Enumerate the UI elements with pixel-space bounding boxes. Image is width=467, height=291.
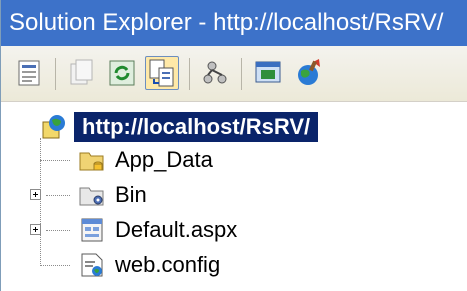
expand-toggle[interactable] [30, 224, 41, 235]
nest-related-files-icon [149, 59, 174, 87]
view-designer-button[interactable] [251, 56, 285, 90]
toolbar-separator [189, 58, 190, 90]
properties-button[interactable] [13, 56, 47, 90]
tree-item-label[interactable]: Default.aspx [115, 216, 237, 244]
properties-icon [18, 60, 40, 86]
database-folder-icon [79, 147, 105, 173]
toolbar-separator [241, 58, 242, 90]
config-file-icon [79, 252, 105, 278]
asp-net-configuration-icon [298, 59, 320, 85]
tree-connector [40, 265, 70, 266]
window-title: Solution Explorer - http://localhost/RsR… [1, 0, 467, 46]
copy-web-site-icon [203, 61, 227, 84]
tree-item-label[interactable]: App_Data [115, 146, 213, 174]
copy-web-site-button[interactable] [199, 56, 233, 90]
tree-item-label[interactable]: web.config [115, 251, 220, 279]
asp-net-configuration-button[interactable] [291, 56, 325, 90]
toolbar [1, 46, 467, 102]
refresh-button[interactable] [105, 56, 139, 90]
aspx-file-icon [79, 217, 105, 243]
tree-item-label[interactable]: Bin [115, 181, 147, 209]
tree-root-label[interactable]: http://localhost/RsRV/ [74, 112, 319, 142]
toolbar-separator [55, 58, 56, 90]
show-all-files-icon [70, 59, 93, 85]
tree-connector [46, 195, 70, 196]
tree-connector [40, 160, 70, 161]
nest-related-files-button[interactable] [145, 56, 179, 90]
show-all-files-button[interactable] [65, 56, 99, 90]
tree-connector [46, 230, 70, 231]
refresh-icon [109, 60, 135, 86]
bin-folder-icon [79, 182, 105, 208]
expand-toggle[interactable] [30, 189, 41, 200]
tree-connector [40, 138, 41, 266]
web-project-icon [41, 114, 67, 140]
solution-tree: http://localhost/RsRV/ App_Data Bin Defa… [1, 102, 467, 291]
solution-explorer-window: Solution Explorer - http://localhost/RsR… [0, 0, 467, 291]
view-designer-icon [255, 61, 281, 83]
